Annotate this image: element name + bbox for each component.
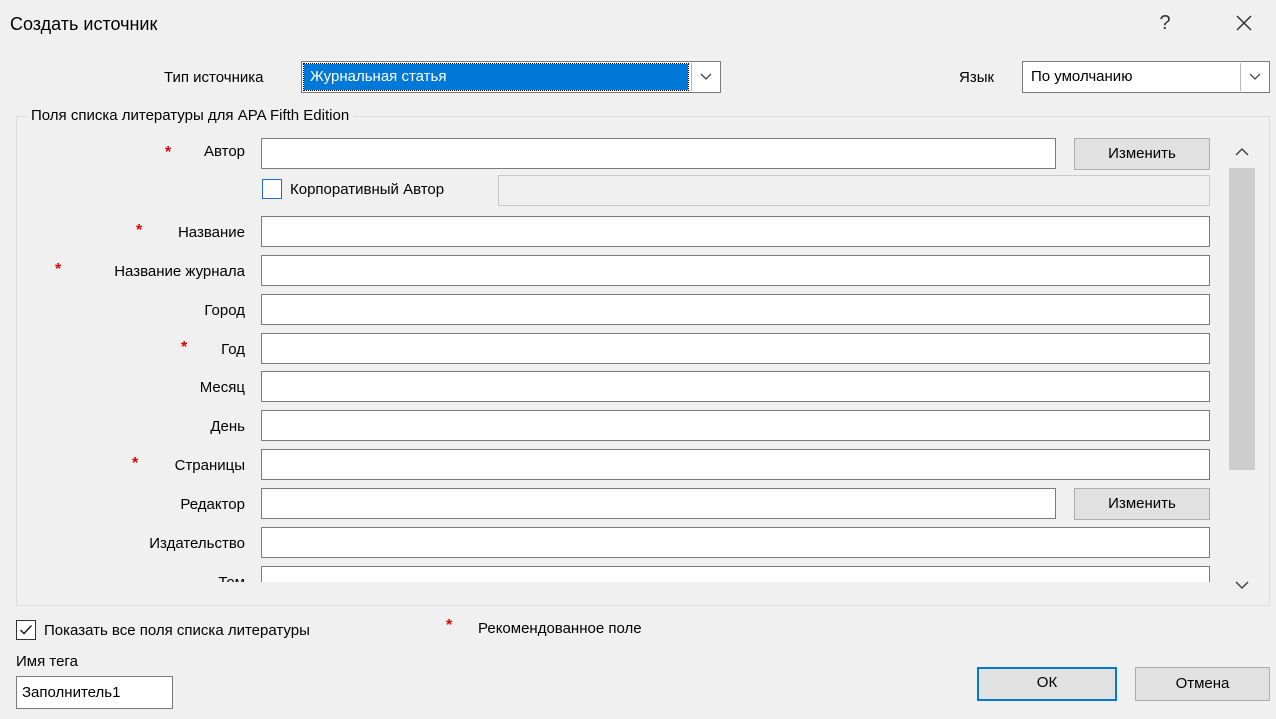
title-input[interactable] (261, 216, 1210, 247)
corporate-author-checkbox[interactable] (262, 179, 282, 199)
source-type-select[interactable]: Журнальная статья (301, 61, 721, 93)
ok-button[interactable]: ОК (977, 667, 1117, 701)
source-type-label: Тип источника (164, 69, 263, 86)
journal-name-label: Название журнала (114, 263, 245, 280)
editor-input[interactable] (261, 488, 1056, 519)
corporate-author-input[interactable] (498, 175, 1210, 206)
city-input[interactable] (261, 294, 1210, 325)
author-input[interactable] (261, 138, 1056, 169)
city-label: Город (204, 302, 245, 319)
chevron-down-icon[interactable] (1240, 63, 1268, 91)
editor-label: Редактор (180, 496, 245, 513)
month-input[interactable] (261, 371, 1210, 402)
year-label: Год (221, 341, 245, 358)
fields-scrollbar[interactable] (1226, 132, 1258, 602)
publisher-label: Издательство (149, 535, 245, 552)
language-select[interactable]: По умолчанию (1022, 61, 1270, 93)
volume-input[interactable] (261, 566, 1210, 582)
source-type-label-text: Тип источника (164, 69, 264, 86)
chevron-up-icon (1235, 147, 1249, 156)
pages-input[interactable] (261, 449, 1210, 480)
fields-area: * Автор Изменить Корпоративный Автор * Н… (20, 132, 1220, 582)
title-label: Название (177, 224, 245, 241)
legend-marker: * (446, 617, 453, 634)
help-button[interactable]: ? (1150, 8, 1180, 38)
month-label: Месяц (199, 379, 245, 396)
language-value: По умолчанию (1031, 68, 1133, 85)
scroll-down-button[interactable] (1226, 570, 1258, 600)
close-button[interactable] (1226, 8, 1262, 38)
show-all-checkbox[interactable] (16, 620, 36, 640)
scroll-thumb[interactable] (1229, 168, 1255, 470)
year-input[interactable] (261, 333, 1210, 364)
scroll-up-button[interactable] (1226, 136, 1258, 166)
legend-text: Рекомендованное поле (478, 620, 642, 637)
group-title: Поля списка литературы для APA Fifth Edi… (27, 107, 354, 124)
volume-label: Том (120, 574, 245, 582)
required-marker: * (55, 261, 62, 278)
day-input[interactable] (261, 410, 1210, 441)
checkmark-icon (19, 624, 33, 635)
author-label: Автор (203, 143, 245, 160)
tag-label: Имя тега (16, 653, 78, 670)
dialog-title: Создать источник (10, 14, 158, 34)
journal-name-input[interactable] (261, 255, 1210, 286)
close-icon (1236, 15, 1252, 31)
author-edit-button[interactable]: Изменить (1074, 138, 1210, 170)
source-type-value: Журнальная статья (303, 63, 689, 91)
cancel-button[interactable]: Отмена (1135, 667, 1270, 701)
chevron-down-icon[interactable] (691, 63, 719, 91)
day-label: День (210, 418, 245, 435)
corporate-author-label: Корпоративный Автор (290, 181, 445, 198)
language-label: Язык (959, 69, 995, 86)
show-all-label[interactable]: Показать все поля списка литературы (44, 622, 310, 639)
chevron-down-icon (1235, 580, 1249, 589)
editor-edit-button[interactable]: Изменить (1074, 488, 1210, 520)
publisher-input[interactable] (261, 527, 1210, 558)
pages-label: Страницы (174, 457, 245, 474)
tag-input[interactable]: Заполнитель1 (16, 676, 173, 709)
